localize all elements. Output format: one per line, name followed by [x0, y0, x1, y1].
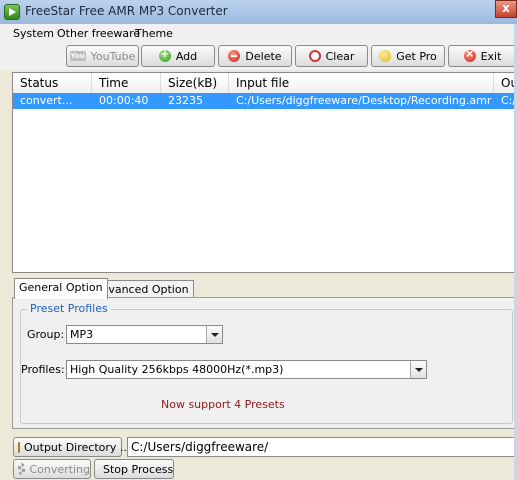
delete-icon [228, 50, 241, 62]
stop-process-button[interactable]: Stop Process [94, 459, 174, 479]
list-header: Status Time Size(kB) Input file Out [13, 73, 516, 94]
presets-notice: Now support 4 Presets [161, 398, 285, 411]
menu-bar: System Other freeware Theme [0, 24, 517, 45]
youtube-button-label: YouTube [90, 49, 136, 63]
clear-icon [308, 50, 321, 62]
profiles-select-value: High Quality 256kbps 48000Hz(*.mp3) [70, 363, 284, 376]
column-status[interactable]: Status [13, 73, 92, 93]
row-input-file: C:/Users/diggfreeware/Desktop/Recording.… [236, 94, 492, 107]
folder-icon [18, 441, 20, 453]
add-icon [158, 47, 171, 62]
converting-button[interactable]: Converting [13, 459, 91, 479]
stop-process-button-label: Stop Process [103, 462, 174, 476]
youtube-icon: You [69, 51, 86, 61]
row-time: 00:00:40 [99, 94, 149, 107]
preset-profiles-title: Preset Profiles [27, 302, 111, 315]
row-status: convert... [20, 94, 73, 107]
group-select[interactable]: MP3 [66, 325, 223, 344]
profiles-select[interactable]: High Quality 256kbps 48000Hz(*.mp3) [66, 360, 427, 379]
file-list[interactable]: Status Time Size(kB) Input file Out conv… [12, 72, 517, 273]
app-logo-icon [4, 4, 20, 20]
delete-button-label: Delete [245, 49, 282, 63]
row-size: 23235 [168, 94, 203, 107]
table-row[interactable]: convert... 00:00:40 23235 C:/Users/diggf… [13, 93, 516, 109]
option-tabs: General Option Advanced Option [12, 278, 517, 299]
profiles-label: Profiles: [21, 363, 65, 376]
converting-button-label: Converting [29, 462, 90, 476]
column-size[interactable]: Size(kB) [161, 73, 229, 93]
column-input-file[interactable]: Input file [229, 73, 494, 93]
delete-button[interactable]: Delete [218, 45, 292, 67]
output-path-field[interactable]: C:/Users/diggfreeware/ [127, 437, 517, 457]
menu-theme[interactable]: Theme [135, 27, 173, 40]
get-pro-button[interactable]: Get Pro [371, 45, 445, 67]
clear-button-label: Clear [325, 49, 355, 63]
smiley-icon [379, 50, 392, 62]
column-time[interactable]: Time [92, 73, 161, 93]
app-window: FreeStar Free AMR MP3 Converter x System… [0, 0, 517, 480]
add-button-label: Add [175, 49, 198, 63]
output-directory-button-label: Output Directory ... [24, 440, 131, 454]
gear-icon [18, 463, 26, 475]
tab-general-option[interactable]: General Option [14, 278, 108, 299]
menu-system[interactable]: System [13, 27, 54, 40]
window-title: FreeStar Free AMR MP3 Converter [25, 4, 228, 18]
clear-button[interactable]: Clear [295, 45, 368, 67]
exit-button-label: Exit [480, 49, 502, 63]
exit-icon [463, 47, 476, 62]
menu-other-freeware[interactable]: Other freeware [57, 27, 140, 40]
title-bar: FreeStar Free AMR MP3 Converter x [0, 0, 517, 24]
youtube-button[interactable]: You YouTube [66, 45, 139, 67]
group-select-value: MP3 [70, 328, 94, 341]
window-close-button[interactable]: x [495, 0, 517, 18]
toolbar: You YouTube Add Delete Clear Get Pro Exi… [0, 44, 517, 70]
output-directory-button[interactable]: Output Directory ... [13, 437, 130, 457]
chevron-down-icon[interactable] [410, 361, 426, 378]
exit-button[interactable]: Exit [448, 45, 517, 67]
get-pro-button-label: Get Pro [396, 49, 437, 63]
chevron-down-icon[interactable] [206, 326, 222, 343]
group-label: Group: [27, 328, 65, 341]
add-button[interactable]: Add [141, 45, 215, 67]
